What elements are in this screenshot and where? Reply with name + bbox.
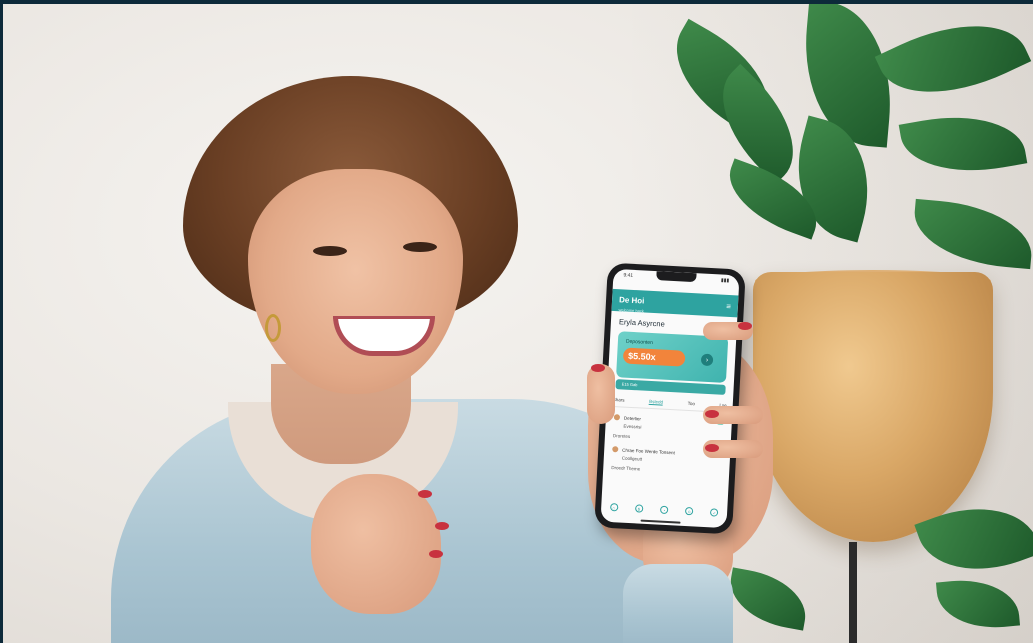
fingernail [705,444,719,452]
thumb [587,364,615,424]
fingernail [705,410,719,418]
item-sub: Coollgeutt [621,455,643,462]
status-time: 9:41 [623,272,634,279]
photo-scene: 9:41 ▮▮▮ De Hoi welcome back ≡ Eryla Asy… [3,4,1033,643]
item-icon [613,414,621,421]
wallet-icon[interactable]: $ [634,504,644,513]
user-icon[interactable]: ☺ [685,506,694,516]
item-label: Chrae Foe Werde Tonsent [622,447,675,455]
fingernail [429,550,443,558]
item-label: Deterlier [623,415,642,422]
balance-amount: $5.50x [622,347,686,367]
app-header: De Hoi welcome back ≡ [611,288,739,318]
pot-stand [849,542,857,643]
right-sleeve [623,564,733,643]
earring [265,314,281,342]
app-title: De Hoi [618,294,645,306]
tab-active[interactable]: Bstedd [648,398,664,406]
fingernail [738,322,752,330]
greeting: Eryla Asyrcne [618,317,665,329]
signal-icon: ▮▮▮ [720,277,730,284]
card-label: Deposonten [625,338,654,347]
tab[interactable]: Too [687,401,696,407]
item-icon [612,446,619,453]
left-eye [313,246,347,256]
section-label: Droretes [612,433,631,439]
arrow-right-icon[interactable]: › [700,353,714,367]
home-indicator [640,519,681,524]
menu-icon[interactable]: ≡ [726,301,731,310]
status-bar: 9:41 ▮▮▮ [613,269,740,290]
fingernail [591,364,605,372]
item-sub: Evessrisi [623,423,642,430]
bottom-nav: ⌂ $ ◔ ☺ ✓ [601,498,728,523]
section-label: Droedr Theme [611,465,641,472]
home-icon[interactable]: ⌂ [609,503,619,512]
settings-icon[interactable]: ✓ [710,508,719,517]
smartphone: 9:41 ▮▮▮ De Hoi welcome back ≡ Eryla Asy… [594,262,746,535]
fingernail [418,490,432,498]
chart-icon[interactable]: ◔ [659,505,669,515]
fingernail [435,522,449,530]
right-eye [403,242,437,252]
phone-screen: 9:41 ▮▮▮ De Hoi welcome back ≡ Eryla Asy… [600,268,740,529]
app-subtitle: welcome back [618,306,645,314]
